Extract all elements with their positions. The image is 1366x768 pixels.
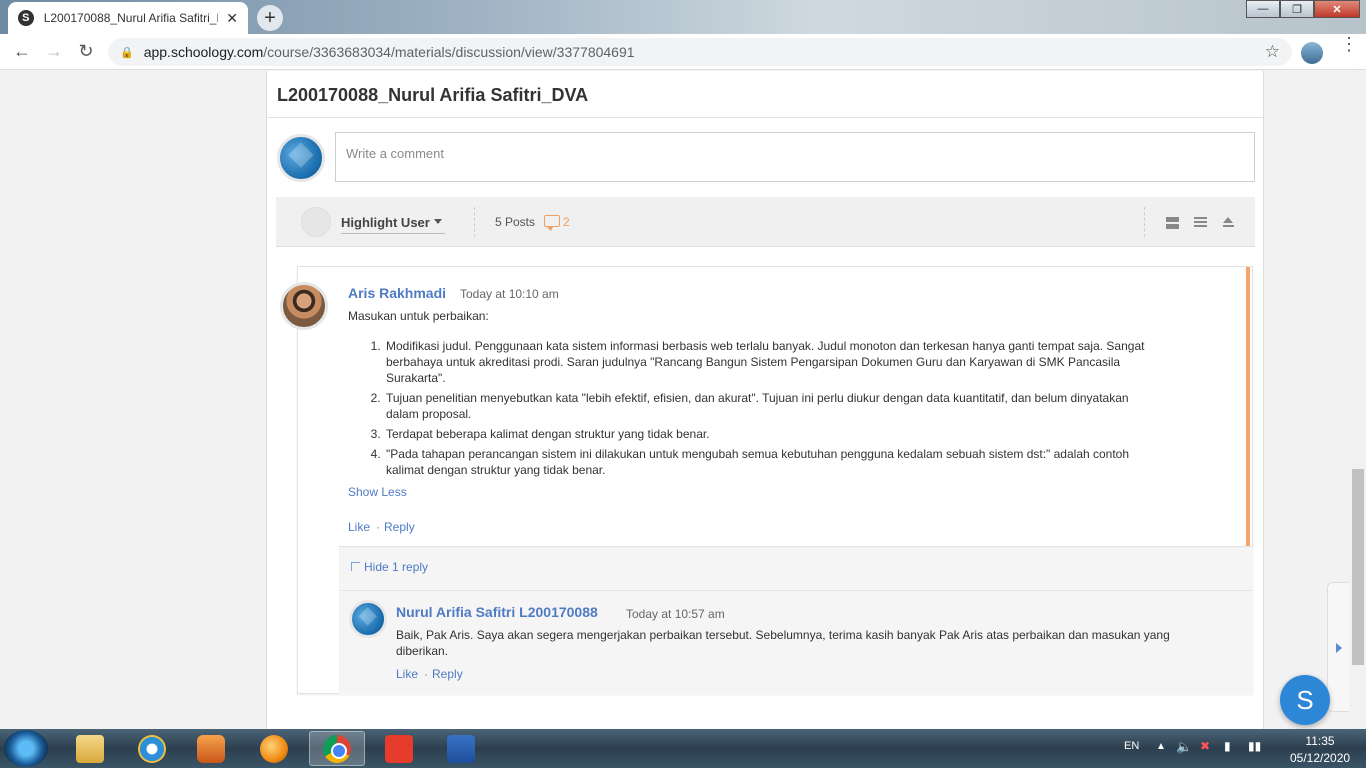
clock-date: 05/12/2020 xyxy=(1290,751,1351,765)
like-link[interactable]: Like xyxy=(396,667,418,681)
chrome-taskbar-icon[interactable] xyxy=(309,731,365,766)
like-link[interactable]: Like xyxy=(348,520,370,534)
clock-time: 11:35 xyxy=(1305,734,1335,748)
new-tab-button[interactable]: + xyxy=(257,5,283,31)
list-item: Tujuan penelitian menyebutkan kata "lebi… xyxy=(384,390,1148,422)
replies-section: Hide 1 reply Nurul Arifia Safitri L20017… xyxy=(339,546,1253,695)
chrome-icon xyxy=(323,734,351,763)
app-taskbar-icon[interactable] xyxy=(246,731,302,766)
reply-count: 2 xyxy=(563,215,570,229)
highlight-user-avatar xyxy=(301,207,331,237)
avatar[interactable] xyxy=(349,600,387,638)
battery-icon[interactable]: ▮ xyxy=(1224,739,1231,768)
media-player-icon xyxy=(197,734,225,763)
word-icon xyxy=(447,734,475,763)
reply-link[interactable]: Reply xyxy=(432,667,463,681)
post-intro: Masukan untuk perbaikan: xyxy=(348,309,489,323)
windows-taskbar: EN ▲ 🔈 ✖ ▮ ▮▮ 11:35 05/12/2020 xyxy=(0,729,1366,768)
post-timestamp: Today at 10:10 am xyxy=(460,287,559,301)
lock-icon: 🔒 xyxy=(120,46,134,59)
divider xyxy=(1144,207,1145,237)
tab-close-icon[interactable]: ✕ xyxy=(226,10,238,27)
word-taskbar-icon[interactable] xyxy=(433,731,489,766)
post-body: Masukan untuk perbaikan: Modifikasi judu… xyxy=(348,308,1148,482)
language-indicator[interactable]: EN xyxy=(1124,740,1139,768)
post-author[interactable]: Aris Rakhmadi xyxy=(348,285,446,301)
chevron-down-icon[interactable] xyxy=(434,219,442,224)
media-taskbar-icon[interactable] xyxy=(183,731,239,766)
reply-arrow-icon xyxy=(351,562,360,571)
start-button[interactable] xyxy=(4,730,48,767)
network-error-icon[interactable]: ✖ xyxy=(1200,739,1210,768)
hide-replies-link[interactable]: Hide 1 reply xyxy=(351,560,428,574)
browser-menu-icon[interactable]: ⋮ xyxy=(1340,35,1358,53)
posts-count: 5 Posts xyxy=(495,215,536,229)
page-viewport: L200170088_Nurul Arifia Safitri_DVA Writ… xyxy=(0,71,1350,729)
highlight-user-dropdown[interactable]: Highlight User xyxy=(341,215,445,234)
reply-item: Nurul Arifia Safitri L200170088 Today at… xyxy=(339,590,1253,695)
discussion-thread: Aris Rakhmadi Today at 10:10 am Masukan … xyxy=(280,266,1253,695)
separator-dot: · xyxy=(424,667,429,681)
ie-taskbar-icon[interactable] xyxy=(124,731,180,766)
maximize-button[interactable]: ❐ xyxy=(1280,0,1314,18)
comment-bubble-icon xyxy=(544,215,560,231)
comment-input[interactable]: Write a comment xyxy=(335,132,1255,182)
expanded-view-icon[interactable] xyxy=(1166,217,1179,229)
side-panel-toggle[interactable] xyxy=(1327,582,1349,712)
discussion-filter-bar: Highlight User 5 Posts 2 xyxy=(276,197,1255,247)
minimize-button[interactable]: — xyxy=(1246,0,1280,18)
orange-app-icon xyxy=(260,734,288,763)
folder-icon xyxy=(76,734,104,763)
scrollbar-thumb[interactable] xyxy=(1352,469,1364,665)
address-bar[interactable]: 🔒 app.schoology.com/course/3363683034/ma… xyxy=(108,38,1292,66)
close-window-button[interactable]: ✕ xyxy=(1314,0,1360,18)
schoology-favicon-icon: S xyxy=(18,10,34,26)
discussion-card: L200170088_Nurul Arifia Safitri_DVA Writ… xyxy=(266,71,1264,729)
list-item: Modifikasi judul. Penggunaan kata sistem… xyxy=(384,338,1148,386)
reply-timestamp: Today at 10:57 am xyxy=(626,607,725,621)
post-actions: Like · Reply xyxy=(348,520,415,534)
tab-title: L200170088_Nurul Arifia Safitri_D xyxy=(43,11,219,25)
internet-explorer-icon xyxy=(138,734,166,763)
window-controls: — ❐ ✕ xyxy=(1246,0,1360,18)
show-less-link[interactable]: Show Less xyxy=(348,485,407,499)
pdf-taskbar-icon[interactable] xyxy=(371,731,427,766)
page-title: L200170088_Nurul Arifia Safitri_DVA xyxy=(277,85,589,105)
profile-avatar[interactable] xyxy=(1301,42,1323,64)
new-post-indicator xyxy=(1246,267,1250,547)
reload-icon[interactable]: ↻ xyxy=(70,41,102,62)
url-path: /course/3363683034/materials/discussion/… xyxy=(263,44,635,60)
explorer-taskbar-icon[interactable] xyxy=(62,731,118,766)
page-scrollbar[interactable] xyxy=(1350,71,1366,729)
divider xyxy=(474,207,475,237)
tray-expand-icon[interactable]: ▲ xyxy=(1156,741,1166,768)
reply-author[interactable]: Nurul Arifia Safitri L200170088 xyxy=(396,604,598,620)
avatar[interactable] xyxy=(280,282,328,330)
collapse-all-icon[interactable] xyxy=(1222,217,1235,229)
reply-link[interactable]: Reply xyxy=(384,520,415,534)
list-item: Terdapat beberapa kalimat dengan struktu… xyxy=(384,426,1148,442)
hide-replies-label: Hide 1 reply xyxy=(364,560,429,574)
signal-icon[interactable]: ▮▮ xyxy=(1248,739,1261,768)
separator-dot: · xyxy=(376,520,381,534)
reply-actions: Like · Reply xyxy=(396,667,463,681)
browser-tab[interactable]: S L200170088_Nurul Arifia Safitri_D ✕ xyxy=(8,2,248,34)
system-clock[interactable]: 11:35 05/12/2020 xyxy=(1290,733,1350,767)
browser-toolbar: ← → ↻ 🔒 app.schoology.com/course/3363683… xyxy=(0,34,1366,70)
forward-arrow-icon[interactable]: → xyxy=(38,41,70,62)
volume-icon[interactable]: 🔈 xyxy=(1176,739,1192,768)
list-item: "Pada tahapan perancangan sistem ini dil… xyxy=(384,446,1148,478)
pdf-reader-icon xyxy=(385,734,413,763)
divider xyxy=(267,117,1263,118)
current-user-avatar xyxy=(277,134,325,182)
back-arrow-icon[interactable]: ← xyxy=(6,41,38,62)
list-view-icon[interactable] xyxy=(1194,217,1207,229)
browser-titlebar: S L200170088_Nurul Arifia Safitri_D ✕ + … xyxy=(0,0,1366,34)
reply-body: Baik, Pak Aris. Saya akan segera mengerj… xyxy=(396,628,1170,658)
bookmark-star-icon[interactable]: ☆ xyxy=(1265,42,1280,62)
url-host: app.schoology.com xyxy=(143,44,264,60)
schoology-help-button[interactable]: S xyxy=(1280,675,1330,725)
feedback-list: Modifikasi judul. Penggunaan kata sistem… xyxy=(384,338,1148,478)
